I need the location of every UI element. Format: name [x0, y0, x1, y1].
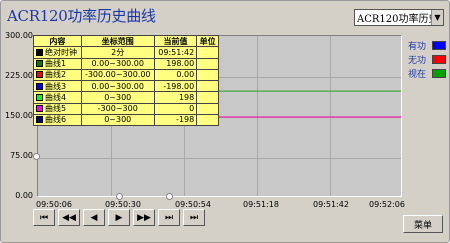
legend-swatch: [432, 41, 446, 50]
y-tick-label: 150.00: [5, 111, 33, 120]
legend-item: 视在: [408, 67, 446, 80]
color-swatch: [36, 60, 43, 68]
table-row: 曲线2 -300.00~300.00 0.00: [33, 68, 219, 82]
x-cursor-handle[interactable]: [116, 193, 123, 200]
legend-swatch: [432, 55, 446, 64]
row-name-cell: 曲线4: [33, 91, 82, 104]
row-unit: [196, 102, 219, 115]
color-swatch: [36, 82, 43, 90]
row-name: 曲线6: [45, 115, 67, 125]
x-tick-label: 09:52:06: [369, 200, 405, 209]
color-swatch: [36, 48, 43, 56]
table-row: 曲线6 0~300 -198: [33, 113, 219, 127]
color-swatch: [36, 93, 43, 101]
fast-forward-button[interactable]: ▶▶: [133, 209, 155, 226]
window-title: ACR120功率历史曲线: [7, 7, 156, 25]
table-row: 曲线3 0.00~300.00 -198.00: [33, 79, 219, 93]
x-tick-label: 09:50:54: [175, 200, 211, 209]
row-range: 0~300: [80, 91, 155, 104]
y-tick-label: 225.00: [5, 71, 33, 80]
playback-controls: ⏮ ◀◀ ◀ ▶ ▶▶ ⏭ ⏭: [33, 209, 208, 226]
row-value: 0: [153, 102, 198, 115]
x-tick-label: 09:51:42: [313, 200, 349, 209]
legend-label: 有功: [408, 42, 427, 52]
table-row: 曲线1 0.00~300.00 198.00: [33, 57, 219, 70]
y-tick-label: 0.00: [15, 191, 33, 200]
row-name: 曲线5: [45, 104, 67, 114]
row-value: 0.00: [153, 68, 198, 82]
header-content: 内容: [33, 34, 82, 48]
row-name-cell: 曲线1: [33, 57, 82, 70]
row-name: 曲线1: [45, 59, 67, 69]
row-value: 09:51:42: [153, 46, 198, 59]
menu-button[interactable]: 菜单: [403, 215, 443, 233]
y-tick-label: 300.00: [5, 31, 33, 40]
header-range: 坐标范围: [80, 34, 155, 48]
table-header-row: 内容 坐标范围 当前值 单位: [33, 34, 219, 48]
table-row: 曲线4 0~300 198: [33, 91, 219, 104]
end-button[interactable]: ⏭: [183, 209, 205, 226]
row-name-cell: 曲线5: [33, 102, 82, 115]
legend-label: 视在: [408, 70, 427, 80]
color-swatch: [36, 71, 43, 79]
x-tick-label: 09:51:18: [243, 200, 279, 209]
chevron-down-icon[interactable]: ▼: [431, 10, 443, 25]
history-curve-window: ACR120功率历史曲线 ACR120功率历史曲 ▼ 300.00 225.00…: [0, 0, 450, 243]
row-range: 2分: [80, 46, 155, 59]
forward-button[interactable]: ▶: [108, 209, 130, 226]
curve-info-table: 内容 坐标范围 当前值 单位 绝对时钟 2分 09:51:42 曲线1 0.00~300…: [33, 34, 219, 127]
row-name-cell: 曲线3: [33, 79, 82, 93]
row-name-cell: 绝对时钟: [33, 46, 82, 59]
y-tick-label: 75.00: [10, 151, 33, 160]
row-unit: [196, 91, 219, 104]
series-legend: 有功 无功 视在: [408, 39, 448, 80]
header-value: 当前值: [153, 34, 198, 48]
color-swatch: [36, 105, 43, 113]
row-name: 曲线3: [45, 81, 67, 91]
y-cursor-handle[interactable]: [33, 153, 40, 160]
curve-selector-dropdown[interactable]: ACR120功率历史曲 ▼: [354, 9, 444, 26]
row-value: -198: [153, 113, 198, 127]
x-tick-label: 09:50:30: [105, 200, 141, 209]
first-button[interactable]: ⏮: [33, 209, 55, 226]
row-range: 0.00~300.00: [80, 79, 155, 93]
legend-label: 无功: [408, 56, 427, 66]
x-tick-label: 09:50:06: [36, 200, 72, 209]
x-cursor-handle[interactable]: [166, 193, 173, 200]
legend-swatch: [432, 69, 446, 78]
row-unit: [196, 46, 219, 59]
last-button[interactable]: ⏭: [158, 209, 180, 226]
row-range: -300.00~300.00: [80, 68, 155, 82]
row-name-cell: 曲线6: [33, 113, 82, 127]
row-unit: [196, 79, 219, 93]
row-value: 198.00: [153, 57, 198, 70]
header-unit: 单位: [196, 34, 219, 48]
row-value: -198.00: [153, 79, 198, 93]
legend-item: 有功: [408, 39, 446, 52]
table-row: 曲线5 -300~300 0: [33, 102, 219, 115]
table-row: 绝对时钟 2分 09:51:42: [33, 46, 219, 59]
row-unit: [196, 113, 219, 127]
row-range: 0.00~300.00: [80, 57, 155, 70]
row-unit: [196, 57, 219, 70]
row-name: 曲线4: [45, 92, 67, 102]
back-button[interactable]: ◀: [83, 209, 105, 226]
row-name: 曲线2: [45, 70, 67, 80]
row-name: 绝对时钟: [45, 47, 77, 57]
row-range: -300~300: [80, 102, 155, 115]
color-swatch: [36, 116, 43, 124]
fast-back-button[interactable]: ◀◀: [58, 209, 80, 226]
row-unit: [196, 68, 219, 82]
row-range: 0~300: [80, 113, 155, 127]
row-name-cell: 曲线2: [33, 68, 82, 82]
legend-item: 无功: [408, 53, 446, 66]
row-value: 198: [153, 91, 198, 104]
